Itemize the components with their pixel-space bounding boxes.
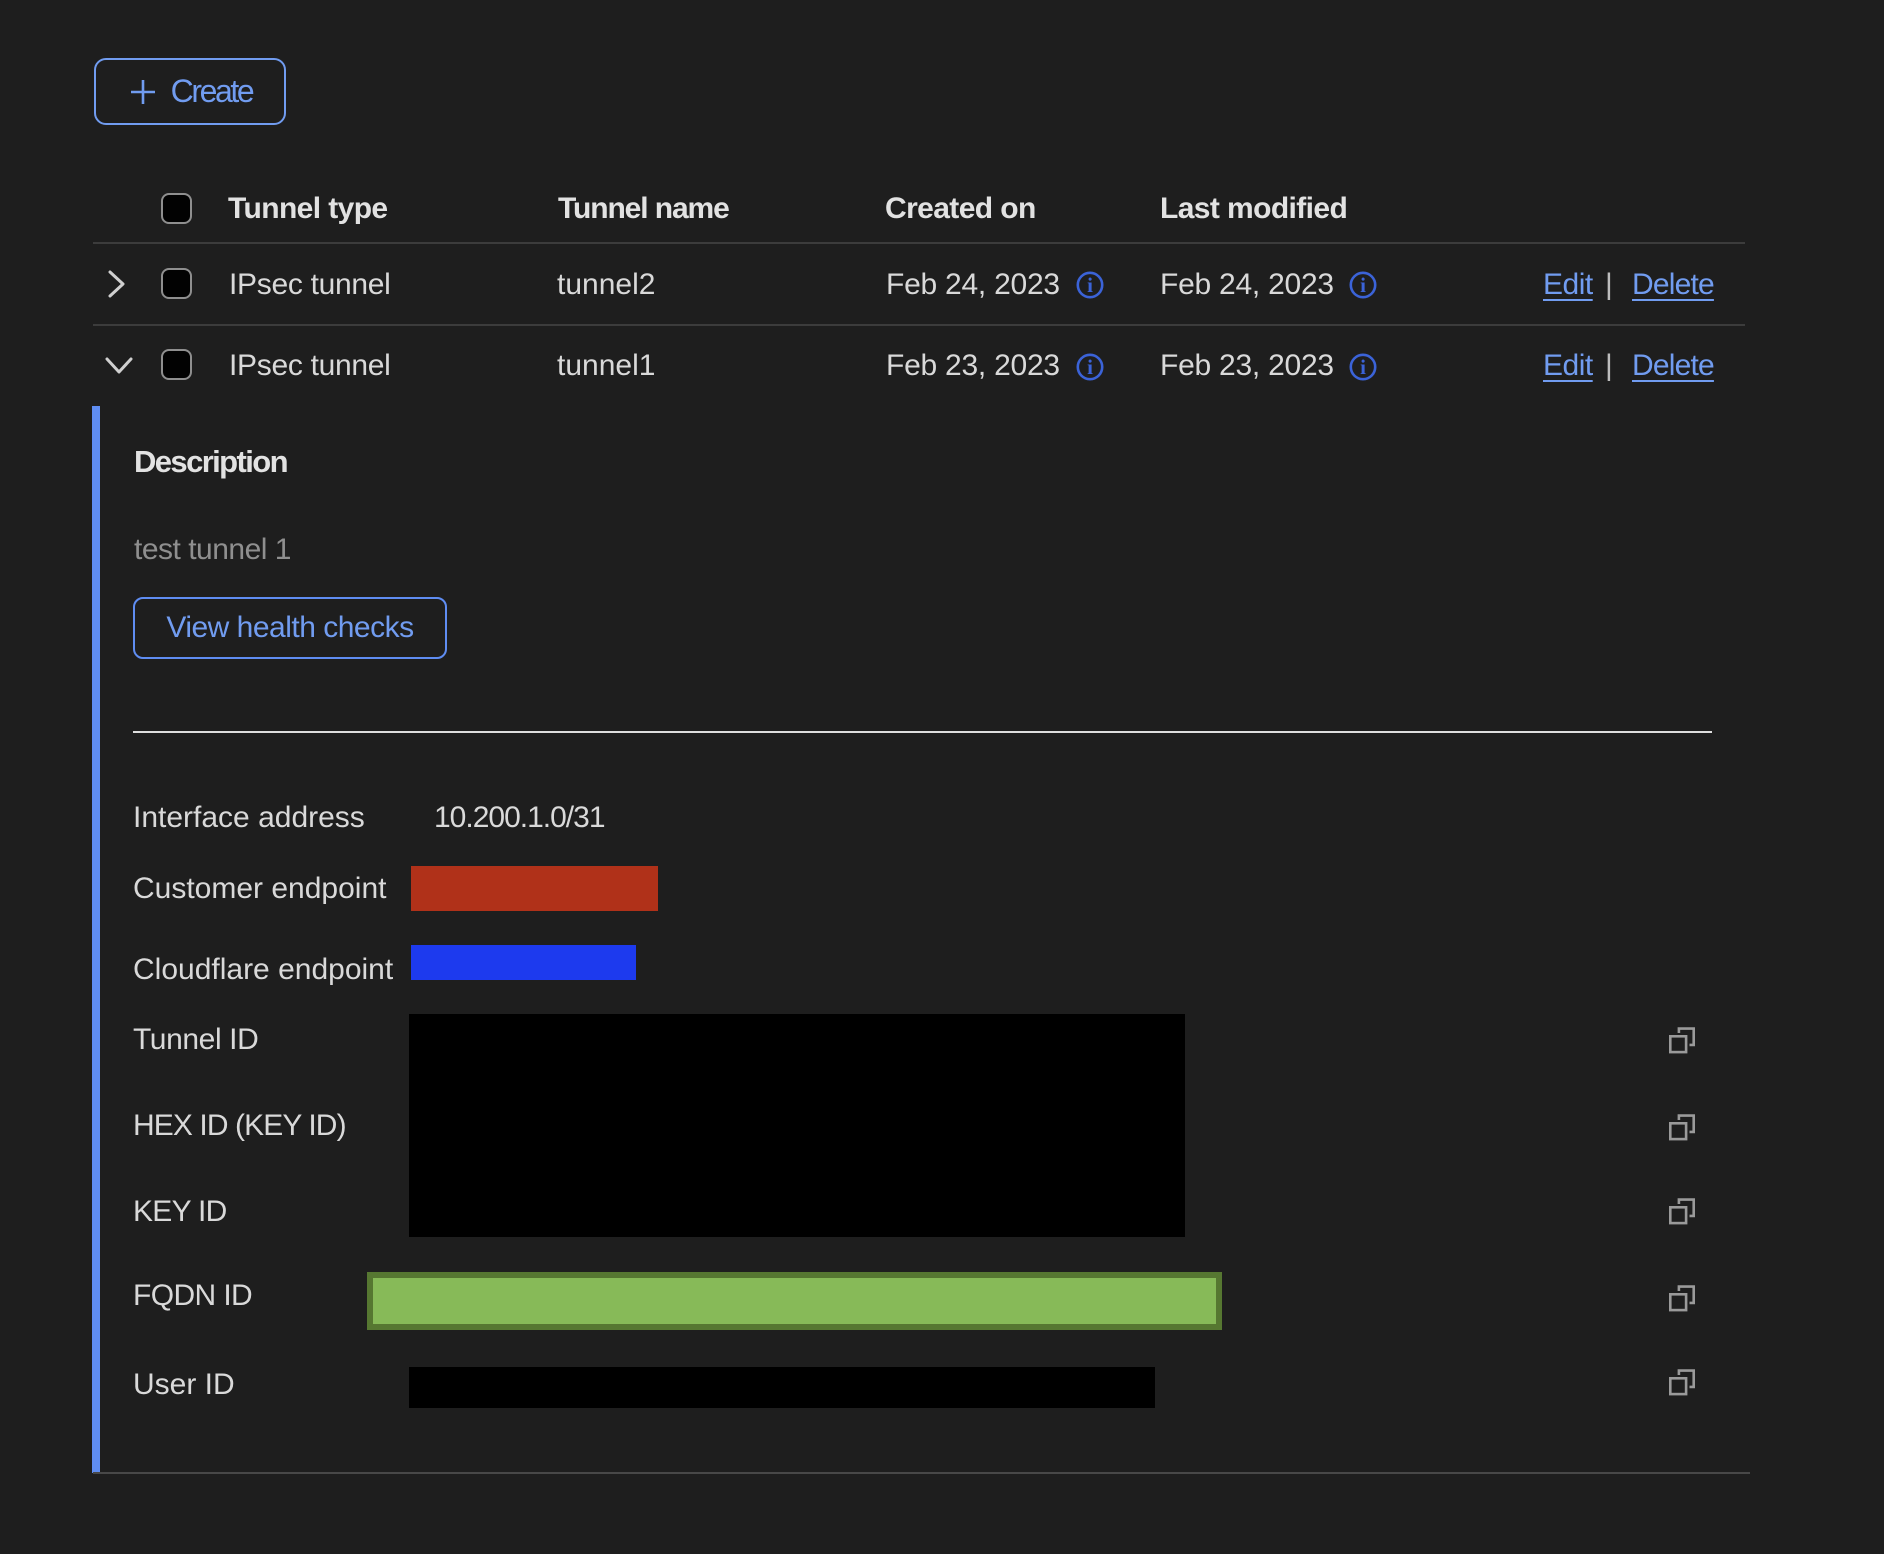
svg-text:i: i bbox=[1360, 273, 1366, 297]
svg-text:i: i bbox=[1360, 355, 1366, 379]
svg-text:i: i bbox=[1087, 273, 1093, 297]
svg-text:i: i bbox=[1087, 355, 1093, 379]
